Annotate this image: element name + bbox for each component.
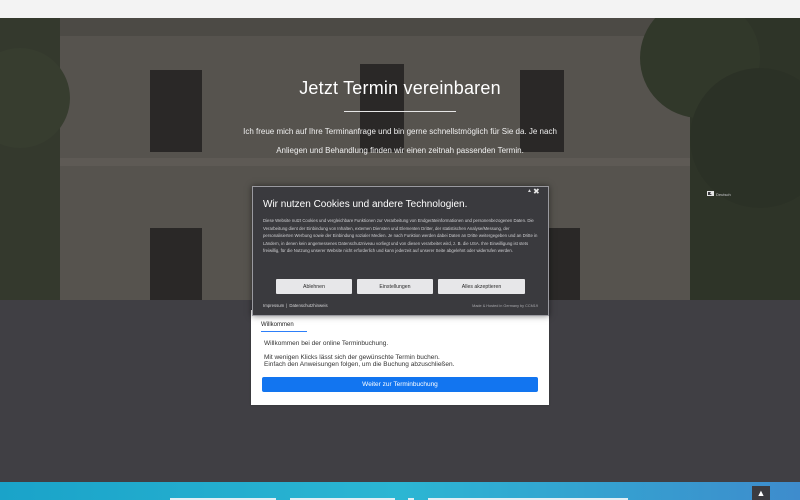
language-label: Deutsch <box>716 192 731 197</box>
privacy-link[interactable]: Datenschutzhinweis <box>289 303 327 308</box>
chevron-icon[interactable]: ▲ <box>527 188 532 194</box>
booking-widget: Willkommen Willkommen bei der online Ter… <box>251 310 549 405</box>
cookie-links: Impressum | Datenschutzhinweis <box>263 303 328 308</box>
top-bar <box>0 0 800 18</box>
continue-booking-button[interactable]: Weiter zur Terminbuchung <box>262 377 538 392</box>
cookie-title: Wir nutzen Cookies und andere Technologi… <box>263 199 468 210</box>
close-icon[interactable]: ✖ <box>533 187 540 196</box>
settings-button[interactable]: Einstellungen <box>357 279 433 294</box>
reject-button[interactable]: Ablehnen <box>276 279 352 294</box>
hero-text: Ich freue mich auf Ihre Terminanfrage un… <box>243 127 557 155</box>
footer-strip <box>0 482 800 500</box>
instructions-line-2: Einfach den Anweisungen folgen, um die B… <box>264 361 455 368</box>
link-separator: | <box>286 303 288 308</box>
accept-all-button[interactable]: Alles akzeptieren <box>438 279 525 294</box>
instructions-line-1: Mit wenigen Klicks lässt sich der gewüns… <box>264 354 440 361</box>
made-by-label: Made & Hosted in Germany by CCM19 <box>472 304 538 308</box>
imprint-link[interactable]: Impressum <box>263 303 284 308</box>
cookie-dialog: Deutsch ▲ ✖ Wir nutzen Cookies und ander… <box>252 186 731 316</box>
flag-icon <box>707 191 714 196</box>
chevron-up-icon[interactable]: ▲ <box>752 486 770 500</box>
hero-title: Jetzt Termin vereinbaren <box>299 78 501 98</box>
welcome-text: Willkommen bei der online Terminbuchung. <box>264 340 389 347</box>
hero-divider <box>344 111 456 112</box>
cookie-description: Diese Website nutzt Cookies und vergleic… <box>263 218 538 254</box>
tab-underline <box>261 331 307 332</box>
tab-welcome[interactable]: Willkommen <box>261 322 294 328</box>
